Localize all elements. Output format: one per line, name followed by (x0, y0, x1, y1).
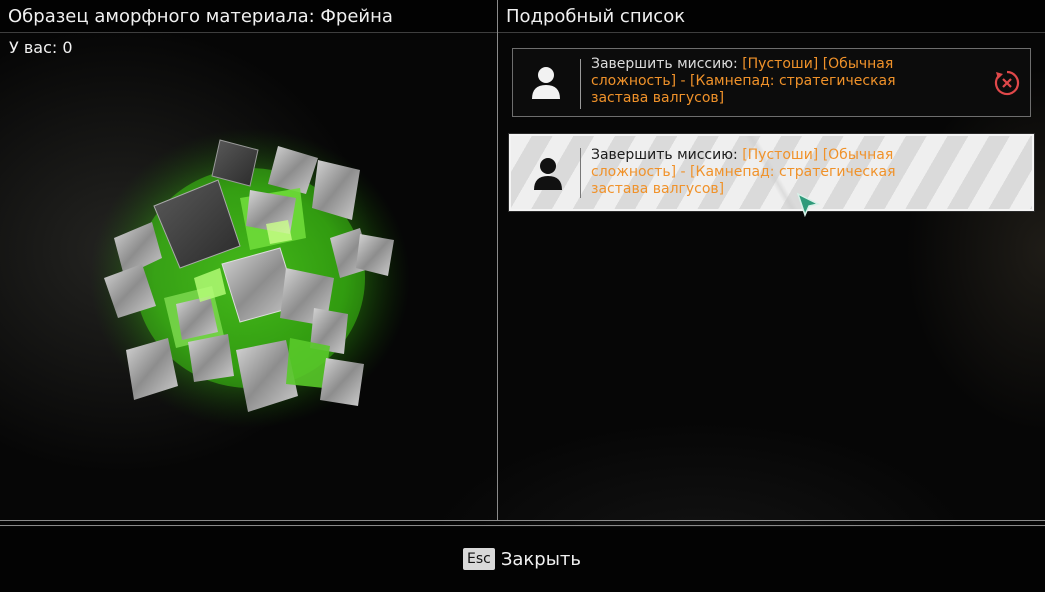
entry-separator (580, 148, 581, 198)
mission-text: Завершить миссию: [Пустоши] [Обычная сло… (591, 147, 951, 198)
cancel-icon[interactable] (994, 70, 1020, 96)
material-title: Образец аморфного материала: Фрейна (0, 0, 497, 33)
bottom-divider-upper (0, 520, 1045, 521)
person-icon (531, 154, 565, 194)
entry-separator (580, 59, 581, 109)
mission-prefix: Завершить миссию: (591, 56, 743, 72)
mission-text: Завершить миссию: [Пустоши] [Обычная сло… (591, 56, 951, 107)
list-item-mission-2[interactable]: Завершить миссию: [Пустоши] [Обычная сло… (508, 133, 1035, 212)
close-label: Закрыть (500, 548, 582, 570)
bottom-divider-lower (0, 525, 1045, 526)
person-icon (529, 63, 563, 103)
mouse-cursor-icon (796, 192, 821, 218)
amorphous-material-icon (90, 128, 410, 428)
esc-key-badge: Esc (463, 548, 495, 570)
mission-prefix: Завершить миссию: (591, 147, 743, 163)
panel-divider (497, 0, 498, 521)
detailed-list-title: Подробный список (498, 0, 1045, 33)
owned-count: У вас: 0 (9, 38, 73, 57)
close-button[interactable]: Esc Закрыть (463, 547, 581, 571)
list-item-mission-1[interactable]: Завершить миссию: [Пустоши] [Обычная сло… (512, 48, 1031, 117)
